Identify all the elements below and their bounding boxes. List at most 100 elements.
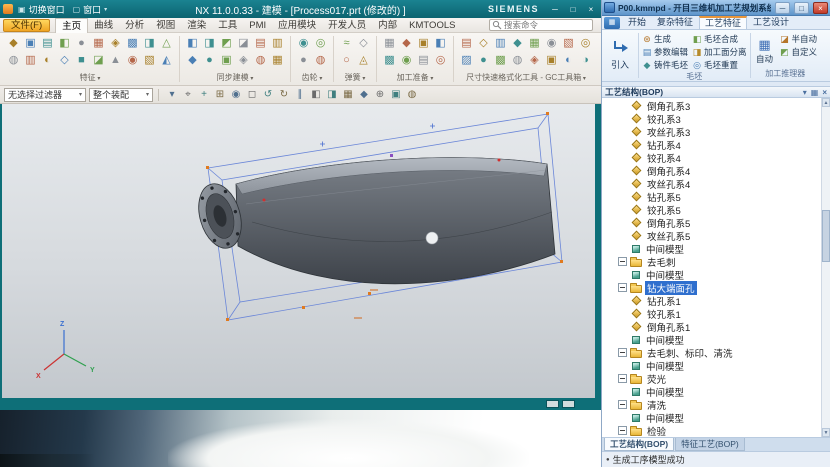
tree-item-5[interactable]: 铰孔系4: [602, 151, 820, 164]
ribbon-tool-icon[interactable]: ▥: [492, 35, 509, 52]
ribbon-tool-icon[interactable]: ◪: [235, 35, 252, 52]
ribbon-tool-icon[interactable]: ▤: [252, 35, 269, 52]
ribbon-tool-icon[interactable]: ◈: [235, 52, 252, 69]
ribbon-tool-icon[interactable]: △: [158, 35, 175, 52]
ribbon-tool-icon[interactable]: ◩: [218, 35, 235, 52]
tree-expander[interactable]: [618, 348, 627, 357]
ribbon-tool-icon[interactable]: ▲: [107, 52, 124, 69]
selection-tool-icon-5[interactable]: ◉: [228, 87, 244, 103]
ribbon-tool-icon[interactable]: ◈: [526, 52, 543, 69]
window-menu-button[interactable]: ▢ 窗口 ▾: [73, 3, 108, 16]
ribbon-tool-icon[interactable]: ◉: [295, 35, 312, 52]
ribbon-tool-icon[interactable]: ▩: [124, 35, 141, 52]
tree-item-6[interactable]: 倒角孔系4: [602, 164, 820, 177]
tree-item-4[interactable]: 钻孔系4: [602, 138, 820, 151]
blank-button-c1-1[interactable]: ⊛生成: [641, 33, 689, 45]
nx-close-button[interactable]: ×: [583, 3, 599, 16]
tree-item-14[interactable]: 中间模型: [602, 268, 820, 281]
panel-bottom-tab-2[interactable]: 特征工艺(BOP): [675, 438, 745, 451]
nx-menu-tab-6[interactable]: 工具: [212, 18, 243, 33]
nx-menu-tab-5[interactable]: 渲染: [181, 18, 212, 33]
ribbon-tool-icon[interactable]: ◆: [509, 35, 526, 52]
blank-button-c2-1[interactable]: ◧毛坯合成: [691, 33, 748, 45]
capp-tab-2[interactable]: 复杂特征: [652, 16, 698, 29]
selection-tool-icon-9[interactable]: ∥: [292, 87, 308, 103]
tree-item-17[interactable]: 铰孔系1: [602, 307, 820, 320]
tree-item-19[interactable]: 中间模型: [602, 333, 820, 346]
hole-feature[interactable]: [426, 232, 438, 244]
search-input[interactable]: [502, 20, 586, 30]
ribbon-tool-icon[interactable]: ▦: [90, 35, 107, 52]
tree-item-2[interactable]: 铰孔系3: [602, 112, 820, 125]
ribbon-tool-icon[interactable]: ◈: [107, 35, 124, 52]
ribbon-tool-icon[interactable]: ■: [73, 52, 90, 69]
tree-expander[interactable]: [618, 426, 627, 435]
ribbon-tool-icon[interactable]: ▣: [22, 35, 39, 52]
tree-scrollbar[interactable]: ▲ ▼: [821, 98, 830, 437]
ribbon-tool-icon[interactable]: ◨: [201, 35, 218, 52]
tree-item-21[interactable]: 中间模型: [602, 359, 820, 372]
tree-item-8[interactable]: 钻孔系5: [602, 190, 820, 203]
nx-menu-tab-11[interactable]: KMTOOLS: [403, 18, 461, 33]
ribbon-tool-icon[interactable]: ▨: [458, 52, 475, 69]
ribbon-tool-icon[interactable]: ◎: [432, 52, 449, 69]
panel-tool-icon-2[interactable]: ▦: [811, 88, 819, 97]
scroll-down-arrow-icon[interactable]: ▼: [822, 428, 830, 437]
ribbon-tool-icon[interactable]: ▦: [526, 35, 543, 52]
tree-item-10[interactable]: 倒角孔系5: [602, 216, 820, 229]
ribbon-tool-icon[interactable]: ◆: [5, 35, 22, 52]
graphics-viewport[interactable]: Z X Y: [2, 104, 595, 398]
selection-tool-icon-1[interactable]: ▾: [164, 87, 180, 103]
ribbon-tool-icon[interactable]: ◍: [252, 52, 269, 69]
scroll-up-arrow-icon[interactable]: ▲: [822, 98, 830, 107]
ribbon-group-label[interactable]: 尺寸快速格式化工具 - GC工具箱 ▾: [458, 72, 594, 84]
ribbon-tool-icon[interactable]: ◆: [398, 35, 415, 52]
selection-tool-icon-13[interactable]: ◆: [356, 87, 372, 103]
capp-tab-4[interactable]: 工艺设计: [748, 16, 794, 29]
ribbon-tool-icon[interactable]: ▣: [543, 52, 560, 69]
blank-button-c1-3[interactable]: ◆铸件毛坯: [641, 59, 689, 71]
ribbon-tool-icon[interactable]: ◧: [184, 35, 201, 52]
ribbon-tool-icon[interactable]: ▧: [141, 52, 158, 69]
ribbon-tool-icon[interactable]: ○: [338, 52, 355, 69]
tree-item-3[interactable]: 攻丝孔系3: [602, 125, 820, 138]
tree-item-12[interactable]: 中间模型: [602, 242, 820, 255]
nx-menu-tab-1[interactable]: 主页: [55, 18, 88, 33]
capp-tab-3[interactable]: 工艺特征: [699, 16, 747, 29]
tree-expander[interactable]: [618, 374, 627, 383]
ribbon-tool-icon[interactable]: ●: [295, 52, 312, 69]
panel-tool-icon-3[interactable]: ×: [822, 88, 827, 97]
tree-item-23[interactable]: 中间模型: [602, 385, 820, 398]
tree-item-9[interactable]: 铰孔系5: [602, 203, 820, 216]
ribbon-tool-icon[interactable]: ●: [475, 52, 492, 69]
selection-tool-icon-12[interactable]: ▦: [340, 87, 356, 103]
ribbon-tool-icon[interactable]: ◭: [158, 52, 175, 69]
nx-menu-tab-9[interactable]: 开发人员: [322, 18, 372, 33]
ribbon-tool-icon[interactable]: ●: [201, 52, 218, 69]
ribbon-tool-icon[interactable]: ◑: [577, 52, 594, 69]
selection-tool-icon-14[interactable]: ⊕: [372, 87, 388, 103]
tree-item-18[interactable]: 倒角孔系1: [602, 320, 820, 333]
ribbon-group-label[interactable]: 特征 ▾: [5, 72, 175, 84]
tree-expander[interactable]: [618, 283, 627, 292]
panel-bottom-tab-1[interactable]: 工艺结构(BOP): [604, 438, 674, 451]
ribbon-tool-icon[interactable]: ◎: [577, 35, 594, 52]
ribbon-tool-icon[interactable]: ▣: [415, 35, 432, 52]
capp-maximize-button[interactable]: □: [794, 2, 809, 14]
ribbon-tool-icon[interactable]: ◉: [543, 35, 560, 52]
nx-menu-tab-7[interactable]: PMI: [243, 18, 272, 33]
ribbon-tool-icon[interactable]: ▦: [269, 52, 286, 69]
ribbon-tool-icon[interactable]: ◎: [312, 35, 329, 52]
ribbon-tool-icon[interactable]: ◧: [56, 35, 73, 52]
ribbon-tool-icon[interactable]: ◐: [560, 52, 577, 69]
ribbon-group-label[interactable]: 加工准备 ▾: [381, 72, 449, 84]
selection-tool-icon-6[interactable]: ◻: [244, 87, 260, 103]
tree-item-20[interactable]: 去毛刺、标印、清洗: [602, 346, 820, 359]
ribbon-tool-icon[interactable]: ◍: [5, 52, 22, 69]
scrollbar-thumb[interactable]: [822, 210, 830, 262]
capp-app-icon[interactable]: [604, 2, 615, 13]
ribbon-tool-icon[interactable]: ▤: [415, 52, 432, 69]
selection-tool-icon-11[interactable]: ◨: [324, 87, 340, 103]
inference-button-1[interactable]: ◪半自动: [779, 33, 819, 45]
ribbon-tool-icon[interactable]: ◆: [184, 52, 201, 69]
